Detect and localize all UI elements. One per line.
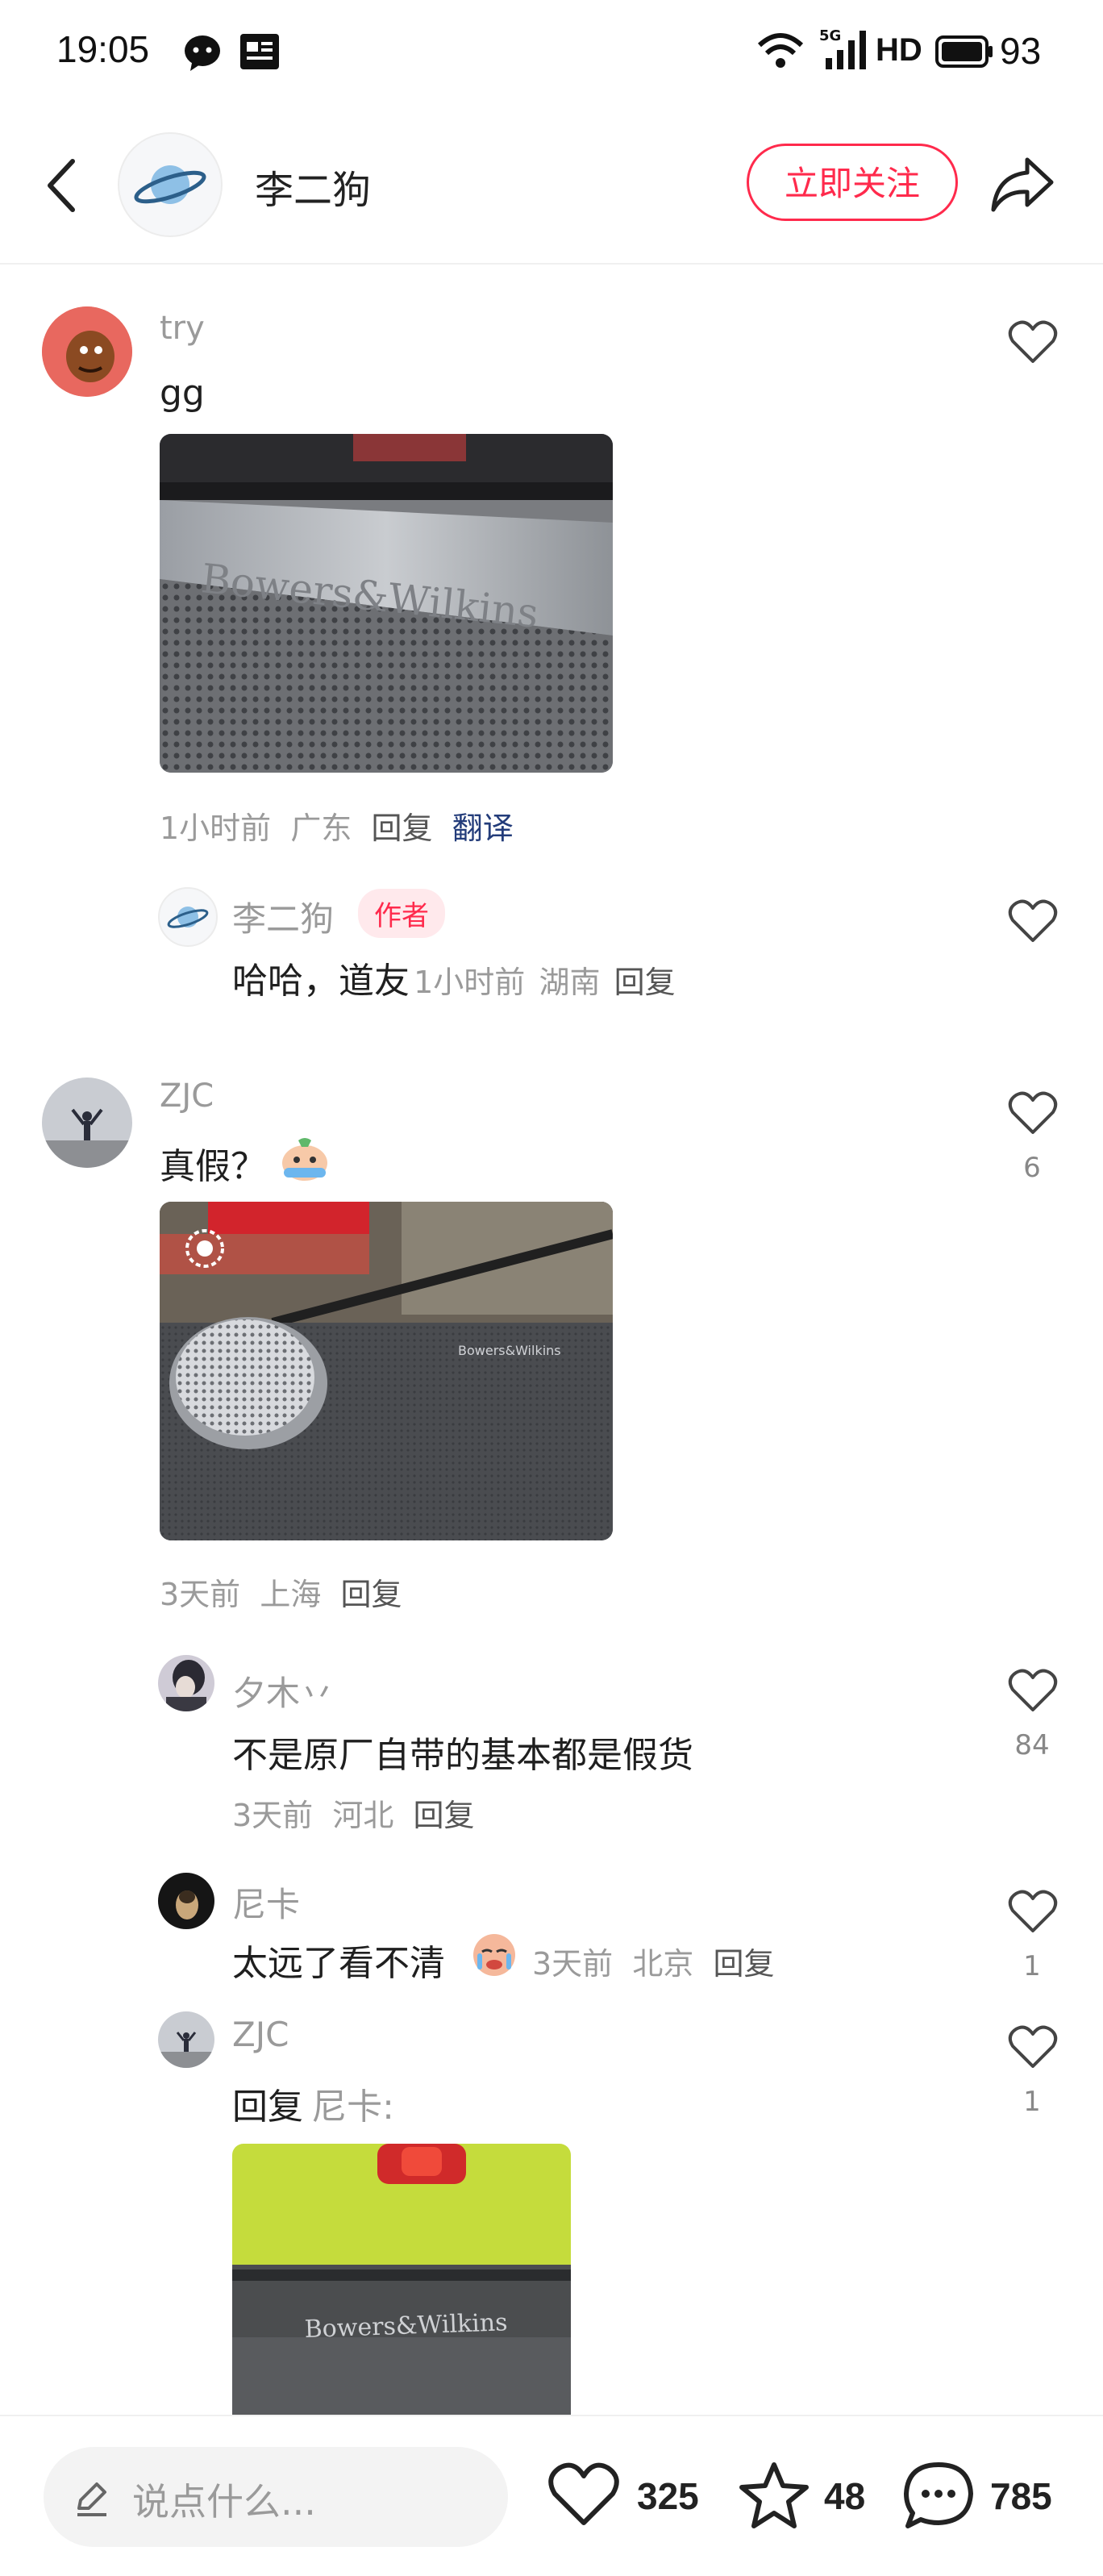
reply-link[interactable]: 回复 bbox=[714, 1946, 775, 1982]
comment-count: 785 bbox=[990, 2475, 1052, 2517]
reply-link[interactable]: 回复 bbox=[614, 965, 676, 1000]
reply-avatar[interactable] bbox=[158, 887, 218, 947]
commenter-avatar[interactable] bbox=[42, 1078, 132, 1168]
author-avatar[interactable] bbox=[118, 132, 223, 237]
reply-link[interactable]: 回复 bbox=[341, 1577, 402, 1612]
translate-link[interactable]: 翻译 bbox=[452, 811, 514, 846]
reply-link[interactable]: 回复 bbox=[414, 1798, 475, 1833]
reply-user-name[interactable]: 李二狗 bbox=[232, 892, 334, 941]
reply-location: 河北 bbox=[332, 1798, 394, 1833]
reply-user-name[interactable]: 夕木丷 bbox=[232, 1666, 334, 1715]
comment-location: 上海 bbox=[260, 1577, 322, 1612]
reply-link[interactable]: 回复 bbox=[372, 811, 433, 846]
reply-line: 哈哈，道友 1小时前 湖南 回复 bbox=[232, 952, 676, 1003]
reply-location: 湖南 bbox=[539, 965, 601, 1000]
comment-meta: 1小时前 广东 回复 翻译 bbox=[160, 803, 514, 848]
like-heart-icon[interactable] bbox=[1008, 1889, 1058, 1934]
reply-prefix: 回复 bbox=[232, 2086, 303, 2128]
battery-icon bbox=[935, 35, 993, 71]
reply-text: 太远了看不清 bbox=[232, 1943, 445, 1984]
reply-text: 不是原厂自带的基本都是假货 bbox=[232, 1735, 693, 1776]
reply-avatar[interactable] bbox=[158, 1655, 214, 1711]
like-count-total: 325 bbox=[637, 2475, 699, 2517]
wifi-icon bbox=[756, 31, 805, 74]
like-heart-icon[interactable] bbox=[1008, 1668, 1058, 1713]
like-count: 84 bbox=[1014, 1729, 1050, 1761]
comment-text: gg bbox=[160, 373, 205, 414]
battery-level: 93 bbox=[1000, 30, 1042, 72]
commenter-avatar[interactable] bbox=[42, 306, 132, 397]
crying-emoji-icon bbox=[471, 1932, 518, 1981]
share-icon[interactable] bbox=[989, 153, 1056, 218]
reply-location: 北京 bbox=[632, 1946, 694, 1982]
reply-user-name[interactable]: ZJC bbox=[232, 2015, 289, 2054]
commenter-name[interactable]: try bbox=[160, 310, 205, 347]
like-heart-icon[interactable] bbox=[1008, 2024, 1058, 2070]
pencil-icon bbox=[73, 2479, 111, 2521]
reply-time: 3天前 bbox=[232, 1798, 314, 1833]
author-badge: 作者 bbox=[358, 889, 445, 938]
comment-text: 真假？ bbox=[160, 1146, 266, 1187]
reply-text: 哈哈，道友 bbox=[232, 961, 410, 1002]
reply-time: 3天前 bbox=[532, 1946, 614, 1982]
commenter-name[interactable]: ZJC bbox=[160, 1078, 214, 1115]
back-icon[interactable] bbox=[37, 153, 89, 218]
reply-line: 回复 尼卡: bbox=[232, 2078, 394, 2129]
network-label: 5G bbox=[819, 27, 842, 44]
hd-label: HD bbox=[876, 32, 922, 68]
like-heart-icon[interactable] bbox=[1008, 1090, 1058, 1136]
comment-time: 1小时前 bbox=[160, 811, 272, 846]
favorite-count: 48 bbox=[824, 2475, 866, 2517]
comment-location: 广东 bbox=[290, 811, 352, 846]
reply-time: 1小时前 bbox=[414, 965, 526, 1000]
reply-line: 太远了看不清 bbox=[232, 1934, 445, 1986]
like-icon[interactable] bbox=[547, 2461, 621, 2531]
comment-image[interactable]: Bowers&Wilkins bbox=[160, 1202, 613, 1540]
reply-avatar[interactable] bbox=[158, 1873, 214, 1929]
reply-to-user[interactable]: 尼卡: bbox=[311, 2086, 394, 2128]
reply-meta: 3天前 北京 回复 bbox=[532, 1939, 775, 1983]
star-icon[interactable] bbox=[737, 2460, 811, 2534]
input-placeholder: 说点什么... bbox=[132, 2480, 316, 2524]
like-count: 1 bbox=[1023, 2086, 1041, 2118]
reply-user-name[interactable]: 尼卡 bbox=[232, 1878, 300, 1927]
status-time: 19:05 bbox=[56, 28, 150, 70]
reply-image[interactable]: Bowers&Wilkins bbox=[232, 2144, 571, 2415]
comment-image[interactable]: Bowers&Wilkins bbox=[160, 434, 613, 773]
like-count: 1 bbox=[1023, 1950, 1041, 1982]
reply-meta: 3天前 河北 回复 bbox=[232, 1790, 475, 1835]
follow-button[interactable]: 立即关注 bbox=[747, 144, 958, 221]
comment-meta: 3天前 上海 回复 bbox=[160, 1569, 402, 1614]
author-name[interactable]: 李二狗 bbox=[255, 158, 371, 215]
like-heart-icon[interactable] bbox=[1008, 898, 1058, 944]
like-heart-icon[interactable] bbox=[1008, 319, 1058, 365]
comment-time: 3天前 bbox=[160, 1577, 241, 1612]
like-count: 6 bbox=[1023, 1152, 1041, 1184]
reply-avatar[interactable] bbox=[158, 2011, 214, 2068]
wechat-icon bbox=[182, 32, 223, 76]
news-icon bbox=[240, 34, 279, 73]
comment-icon[interactable] bbox=[901, 2460, 976, 2534]
crying-emoji-icon bbox=[279, 1136, 331, 1186]
image-brand-text: Bowers&Wilkins bbox=[458, 1343, 561, 1358]
